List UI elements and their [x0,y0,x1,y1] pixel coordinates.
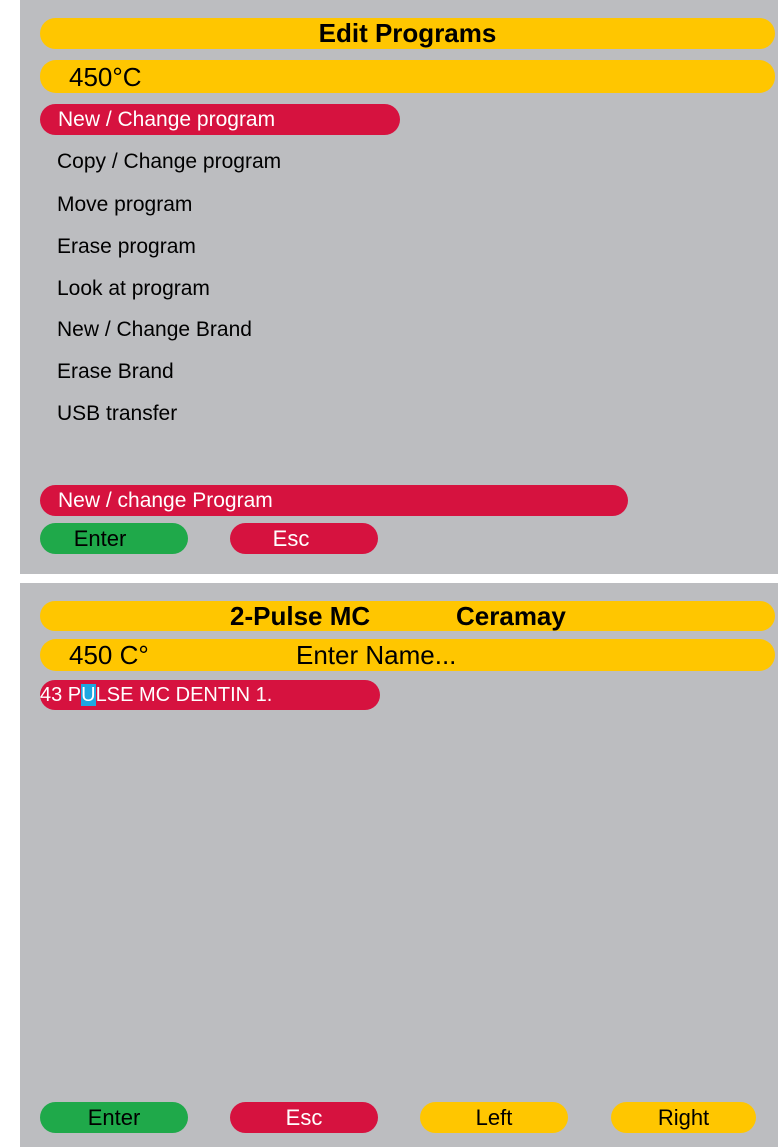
enter-button[interactable]: Enter [40,523,188,554]
enter-name-prompt: Enter Name... [296,640,457,670]
text-cursor: U [81,684,96,706]
menu-item-erase-brand[interactable]: Erase Brand [57,360,174,384]
right-button[interactable]: Right [611,1102,756,1133]
temperature-display: 450°C [40,60,775,93]
esc-button[interactable]: Esc [230,1102,378,1133]
menu-item-look-at-program[interactable]: Look at program [57,277,210,301]
temperature-display: 450 C° [69,640,149,670]
screen-title: 2-Pulse MC Ceramay [40,601,775,631]
name-text-after-cursor: LSE MC DENTIN 1. [95,684,273,706]
screen-title: Edit Programs [40,18,775,49]
menu-item-copy-change-program[interactable]: Copy / Change program [57,150,281,174]
brand-label: Ceramay [456,601,566,631]
esc-button[interactable]: Esc [230,523,378,554]
menu-item-selected[interactable]: New / Change program [40,104,400,135]
program-name-input[interactable]: 43 PULSE MC DENTIN 1. [40,680,380,710]
info-bar: 450 C° Enter Name... [40,639,775,671]
menu-item-usb-transfer[interactable]: USB transfer [57,402,177,426]
program-type-label: 2-Pulse MC [230,601,371,631]
enter-name-screen: 2-Pulse MC Ceramay 450 C° Enter Name... … [20,583,778,1147]
menu-item-move-program[interactable]: Move program [57,193,192,217]
name-text-before-cursor: 43 P [40,684,82,706]
left-button[interactable]: Left [420,1102,568,1133]
menu-item-new-change-brand[interactable]: New / Change Brand [57,318,252,342]
status-bar: New / change Program [40,485,628,516]
program-name-text: 43 PULSE MC DENTIN 1. [40,680,272,710]
enter-button[interactable]: Enter [40,1102,188,1133]
edit-programs-screen: Edit Programs 450°C New / Change program… [20,0,778,574]
menu-item-erase-program[interactable]: Erase program [57,235,196,259]
